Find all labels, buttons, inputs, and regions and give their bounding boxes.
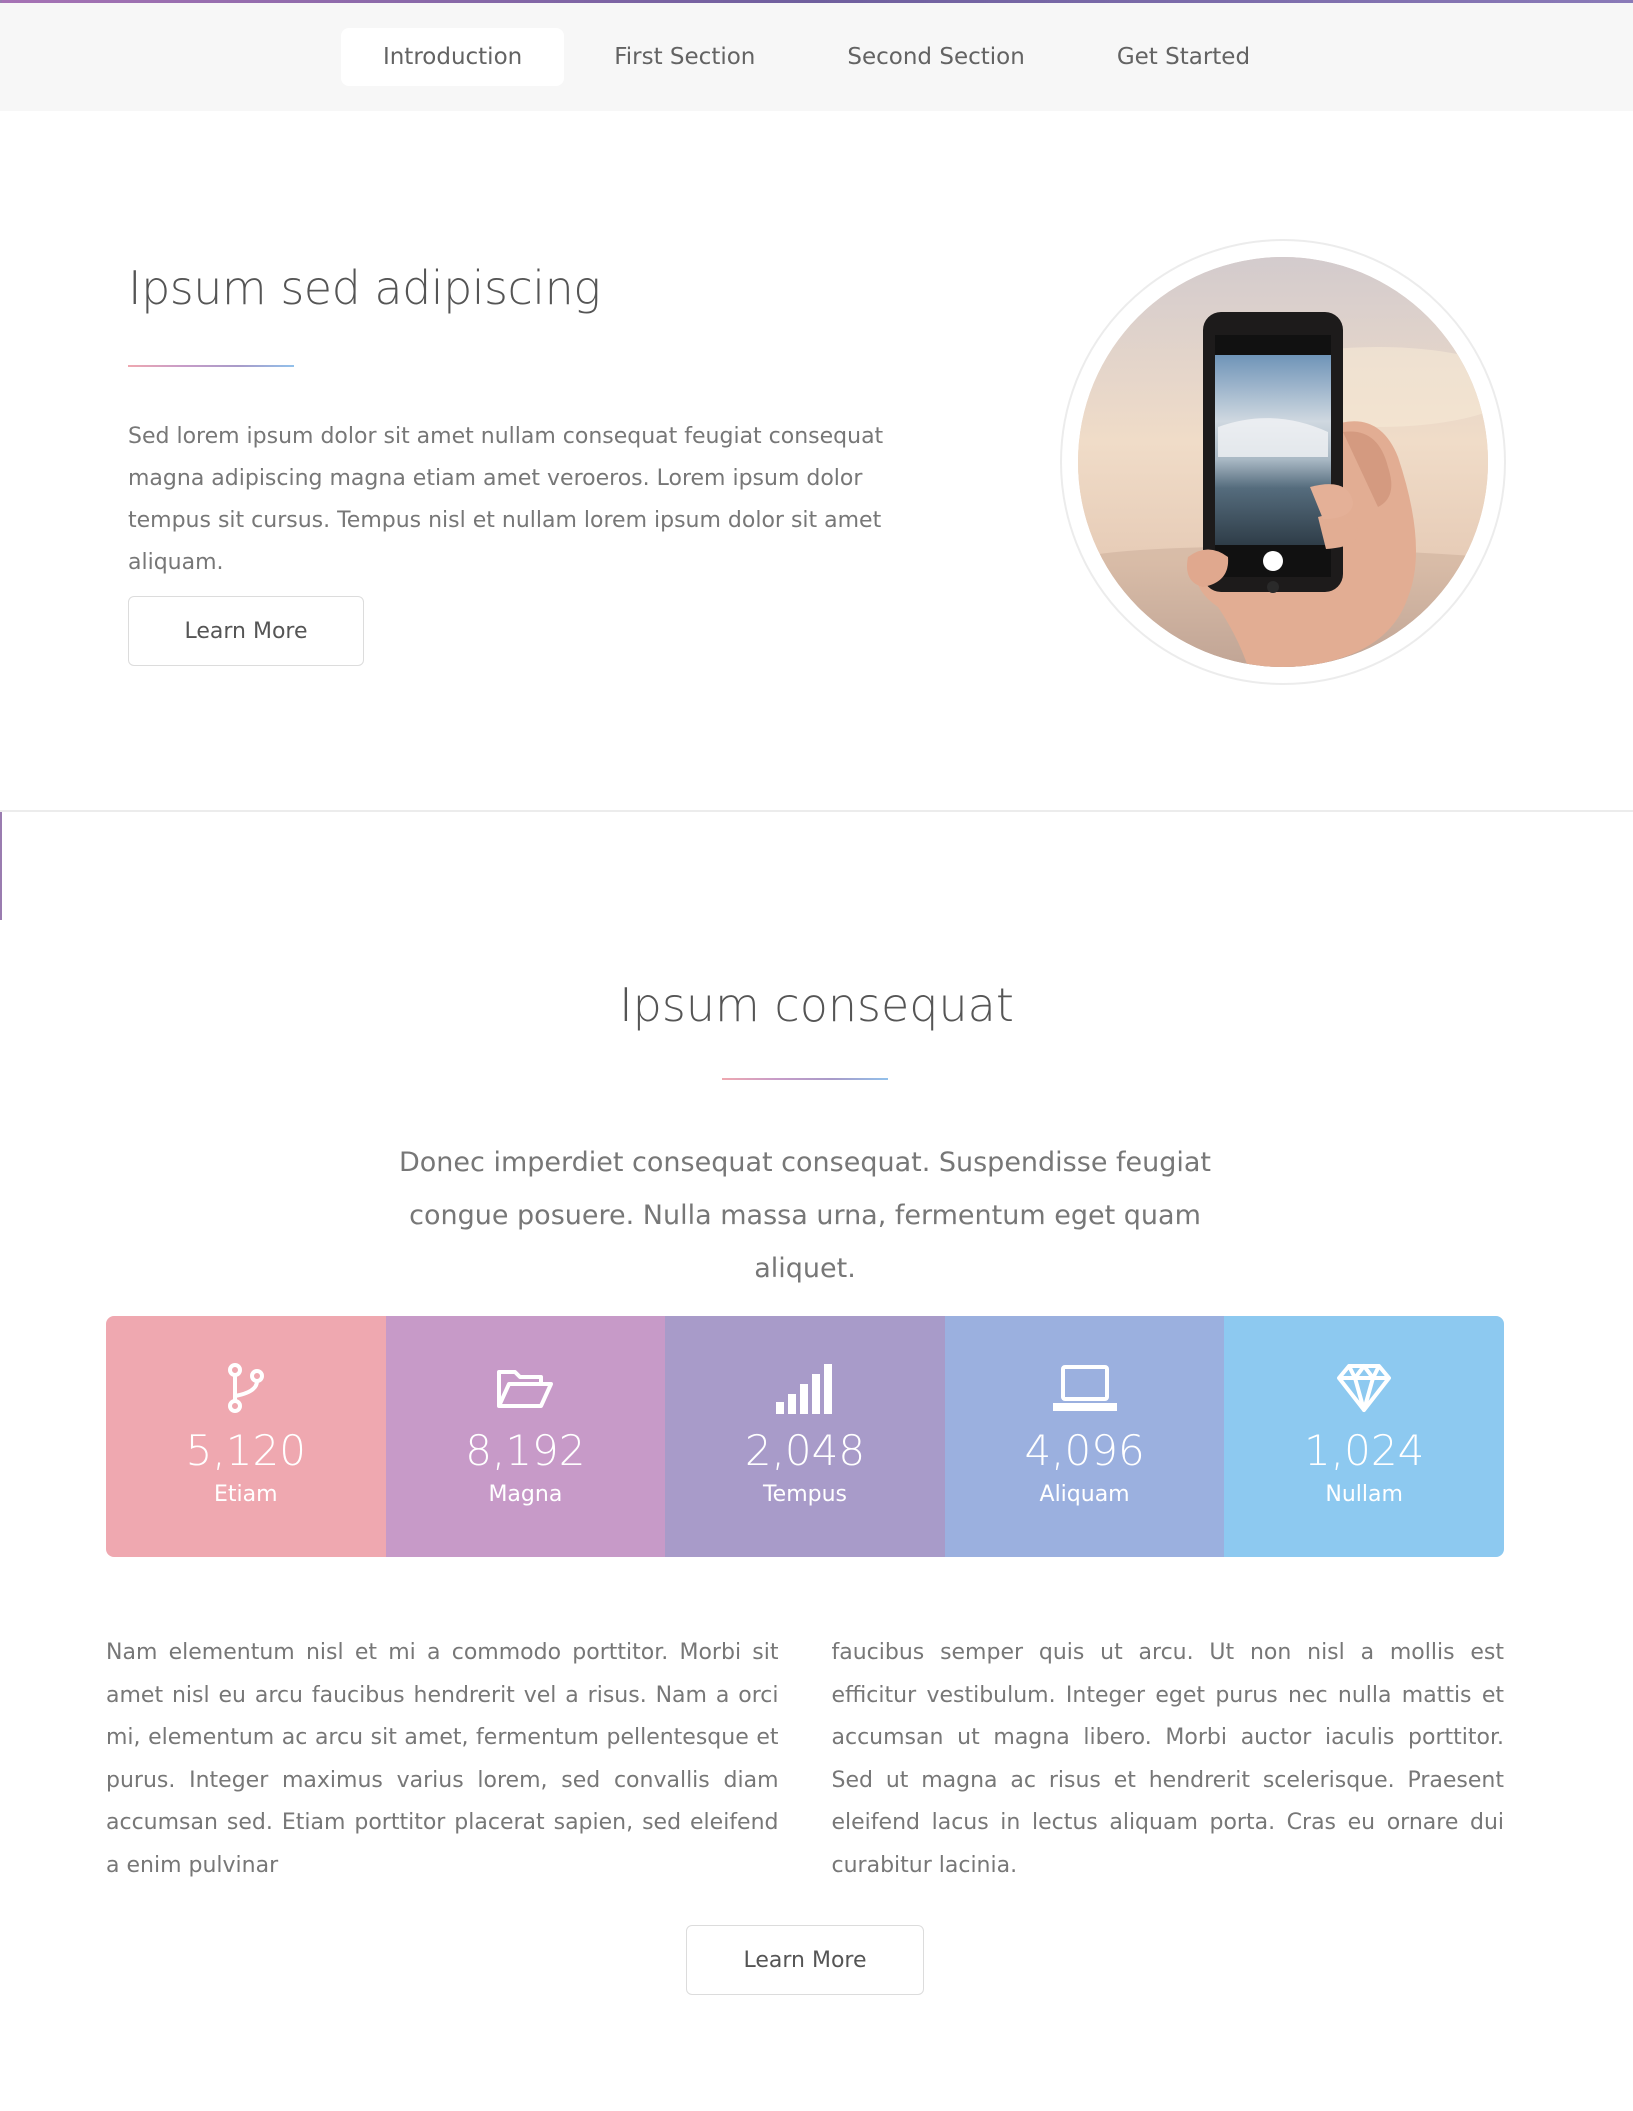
intro-learn-more-button[interactable]: Learn More [128,596,364,666]
main-nav: Introduction First Section Second Sectio… [0,3,1633,111]
body-text-columns: Nam elementum nisl et mi a commodo portt… [106,1632,1504,1887]
body-text-column-1: Nam elementum nisl et mi a commodo portt… [106,1640,779,1878]
phone-photo-image [1078,257,1488,667]
nav-item-get-started[interactable]: Get Started [1075,28,1292,86]
stat-label: Tempus [762,1482,847,1507]
intro-title: Ipsum sed adipiscing [128,261,601,315]
signal-icon [774,1360,836,1416]
section2-lead: Donec imperdiet consequat consequat. Sus… [398,1147,1212,1284]
section2-title: Ipsum consequat [619,978,1014,1032]
stat-magna: 8,192 Magna [385,1316,666,1557]
stat-aliquam: 4,096 Aliquam [944,1316,1225,1557]
laptop-icon [1052,1360,1117,1416]
stat-etiam: 5,120 Etiam [106,1316,386,1557]
code-fork-icon [226,1360,266,1416]
section2-learn-more-button[interactable]: Learn More [686,1925,924,1995]
intro-divider [128,365,294,367]
stat-label: Etiam [214,1482,278,1507]
body-text-column-2: faucibus semper quis ut arcu. Ut non nis… [831,1640,1505,1878]
stats-bar: 5,120 Etiam 8,192 Magna 2,048 Tempus 4,0… [106,1316,1504,1557]
stat-tempus: 2,048 Tempus [665,1316,945,1557]
stat-value: 1,024 [1304,1426,1425,1475]
section2-divider [722,1078,888,1080]
diamond-icon [1335,1360,1393,1416]
stat-label: Nullam [1325,1482,1403,1507]
folder-open-icon [495,1360,555,1416]
stat-label: Aliquam [1039,1482,1130,1507]
section-separator [0,810,1633,812]
stat-label: Magna [488,1482,563,1507]
intro-text: Sed lorem ipsum dolor sit amet nullam co… [128,424,884,575]
nav-item-first-section[interactable]: First Section [572,28,797,86]
nav-item-second-section[interactable]: Second Section [805,28,1066,86]
stat-value: 4,096 [1024,1426,1145,1475]
stat-value: 2,048 [744,1426,866,1475]
stat-value: 8,192 [465,1426,586,1475]
intro-image-frame [1060,239,1506,685]
nav-item-introduction[interactable]: Introduction [340,28,565,86]
intro-section: Ipsum sed adipiscing Sed lorem ipsum dol… [0,111,1633,811]
stat-value: 5,120 [185,1426,306,1475]
stat-nullam: 1,024 Nullam [1224,1316,1504,1557]
